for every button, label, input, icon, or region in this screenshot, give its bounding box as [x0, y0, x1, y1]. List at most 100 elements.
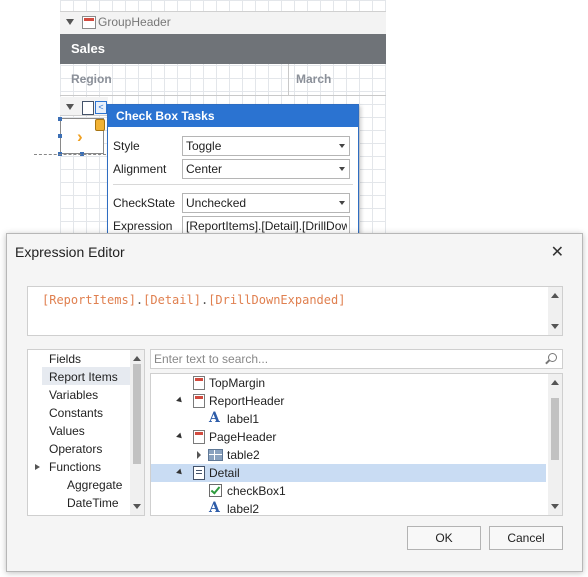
expression-token: [Detail] [143, 293, 201, 307]
category-scrollbar[interactable] [130, 350, 144, 515]
tree-item-topmargin[interactable]: TopMargin [151, 374, 546, 392]
selection-handle[interactable] [58, 117, 62, 121]
sales-header-cell[interactable]: Sales [60, 34, 386, 64]
tree-item-table2[interactable]: table2 [151, 446, 546, 464]
checkbox-tasks-panel: Check Box Tasks Style Toggle Alignment C… [107, 104, 359, 242]
band-icon [193, 394, 205, 408]
report-items-tree: TopMargin ReportHeader A label1 PageHead… [150, 373, 563, 516]
style-value: Toggle [186, 139, 222, 153]
tree-item-label: ReportHeader [209, 394, 285, 408]
category-aggregate[interactable]: Aggregate [67, 478, 122, 492]
checkstate-label: CheckState [113, 196, 176, 210]
collapse-arrow-icon[interactable] [66, 104, 74, 110]
category-constants[interactable]: Constants [49, 406, 103, 420]
table-icon [208, 449, 223, 461]
tree-item-label1[interactable]: A label1 [151, 410, 546, 428]
tree-item-checkbox1[interactable]: checkBox1 [151, 482, 546, 500]
column-divider [288, 64, 289, 95]
category-datetime[interactable]: DateTime [67, 496, 119, 510]
chevron-right-icon: › [77, 127, 83, 146]
expression-value: [ReportItems].[Detail].[DrillDown [186, 219, 347, 233]
scroll-down-icon[interactable] [551, 324, 559, 329]
tree-item-reportheader[interactable]: ReportHeader [151, 392, 546, 410]
selection-handle[interactable] [58, 134, 62, 138]
scroll-down-icon[interactable] [551, 504, 559, 509]
scroll-up-icon[interactable] [133, 356, 141, 361]
category-variables[interactable]: Variables [49, 388, 98, 402]
checkstate-value: Unchecked [186, 196, 247, 210]
search-icon[interactable] [548, 353, 557, 362]
cancel-button[interactable]: Cancel [489, 526, 563, 550]
database-icon [95, 119, 105, 131]
detail-band-icon [82, 101, 94, 115]
divider [113, 184, 353, 185]
march-header: March [296, 72, 332, 86]
detail-band-icon [193, 466, 205, 480]
alignment-value: Center [186, 162, 223, 176]
band-icon [82, 16, 96, 29]
category-report-items[interactable]: Report Items [49, 370, 118, 384]
smart-tag-icon[interactable]: < [95, 101, 107, 114]
tree-item-label: checkBox1 [227, 484, 286, 498]
tasks-title: Check Box Tasks [108, 105, 358, 127]
tree-scrollbar[interactable] [548, 374, 562, 515]
tree-item-label: table2 [227, 448, 260, 462]
category-list: Fields Report Items Variables Constants … [27, 349, 145, 516]
tree-item-label: PageHeader [209, 430, 277, 444]
guide-line [34, 154, 106, 155]
category-values[interactable]: Values [49, 424, 85, 438]
label-icon: A [209, 410, 220, 426]
table-header-row[interactable]: Region March [60, 64, 386, 96]
expression-text: [ReportItems].[Detail].[DrillDownExpande… [42, 293, 345, 307]
band-icon [193, 430, 205, 444]
expression-textbox[interactable]: [ReportItems].[Detail].[DrillDownExpande… [27, 286, 563, 336]
expression-label: Expression [113, 219, 173, 233]
tree-item-label: Detail [209, 466, 240, 480]
expanded-arrow-icon[interactable] [176, 468, 184, 477]
band-icon [193, 376, 205, 390]
expression-token: [DrillDownExpanded] [208, 293, 346, 307]
category-functions[interactable]: Functions [49, 460, 101, 474]
search-input[interactable]: Enter text to search... [150, 349, 563, 369]
checkbox-icon [209, 484, 222, 497]
alignment-combo[interactable]: Center [182, 159, 350, 179]
category-operators[interactable]: Operators [49, 442, 102, 456]
label-icon: A [209, 500, 220, 516]
expression-editor-dialog: Expression Editor ✕ [ReportItems].[Detai… [6, 233, 583, 572]
scroll-thumb[interactable] [133, 364, 141, 464]
tree-item-label2[interactable]: A label2 [151, 500, 546, 516]
chevron-down-icon [339, 201, 345, 205]
scroll-up-icon[interactable] [551, 380, 559, 385]
tree-item-pageheader[interactable]: PageHeader [151, 428, 546, 446]
category-fields[interactable]: Fields [49, 352, 81, 366]
expression-scrollbar[interactable] [548, 287, 562, 335]
tree-item-detail[interactable]: Detail [151, 464, 546, 482]
group-header-band[interactable]: GroupHeader [60, 11, 386, 35]
scroll-down-icon[interactable] [133, 504, 141, 509]
group-header-label: GroupHeader [98, 15, 171, 29]
dialog-title: Expression Editor [15, 244, 125, 260]
scroll-up-icon[interactable] [551, 293, 559, 298]
collapsed-arrow-icon[interactable] [197, 451, 201, 459]
chevron-down-icon [339, 167, 345, 171]
tree-item-label: label2 [227, 502, 260, 516]
style-label: Style [113, 139, 140, 153]
alignment-label: Alignment [113, 162, 167, 176]
close-icon[interactable]: ✕ [551, 242, 564, 262]
expression-token: [ReportItems] [42, 293, 136, 307]
expand-arrow-icon[interactable] [35, 464, 40, 470]
scroll-thumb[interactable] [551, 398, 559, 460]
search-placeholder: Enter text to search... [154, 352, 269, 366]
chevron-down-icon [339, 144, 345, 148]
expanded-arrow-icon[interactable] [176, 432, 184, 441]
expanded-arrow-icon[interactable] [176, 396, 184, 405]
checkbox-control[interactable]: › [60, 118, 105, 154]
collapse-arrow-icon[interactable] [66, 19, 74, 25]
tree-item-label: TopMargin [209, 376, 266, 390]
style-combo[interactable]: Toggle [182, 136, 350, 156]
sales-title: Sales [71, 41, 105, 56]
ok-button[interactable]: OK [407, 526, 481, 550]
checkstate-combo[interactable]: Unchecked [182, 193, 350, 213]
region-header: Region [71, 72, 112, 86]
tree-item-label: label1 [227, 412, 260, 426]
